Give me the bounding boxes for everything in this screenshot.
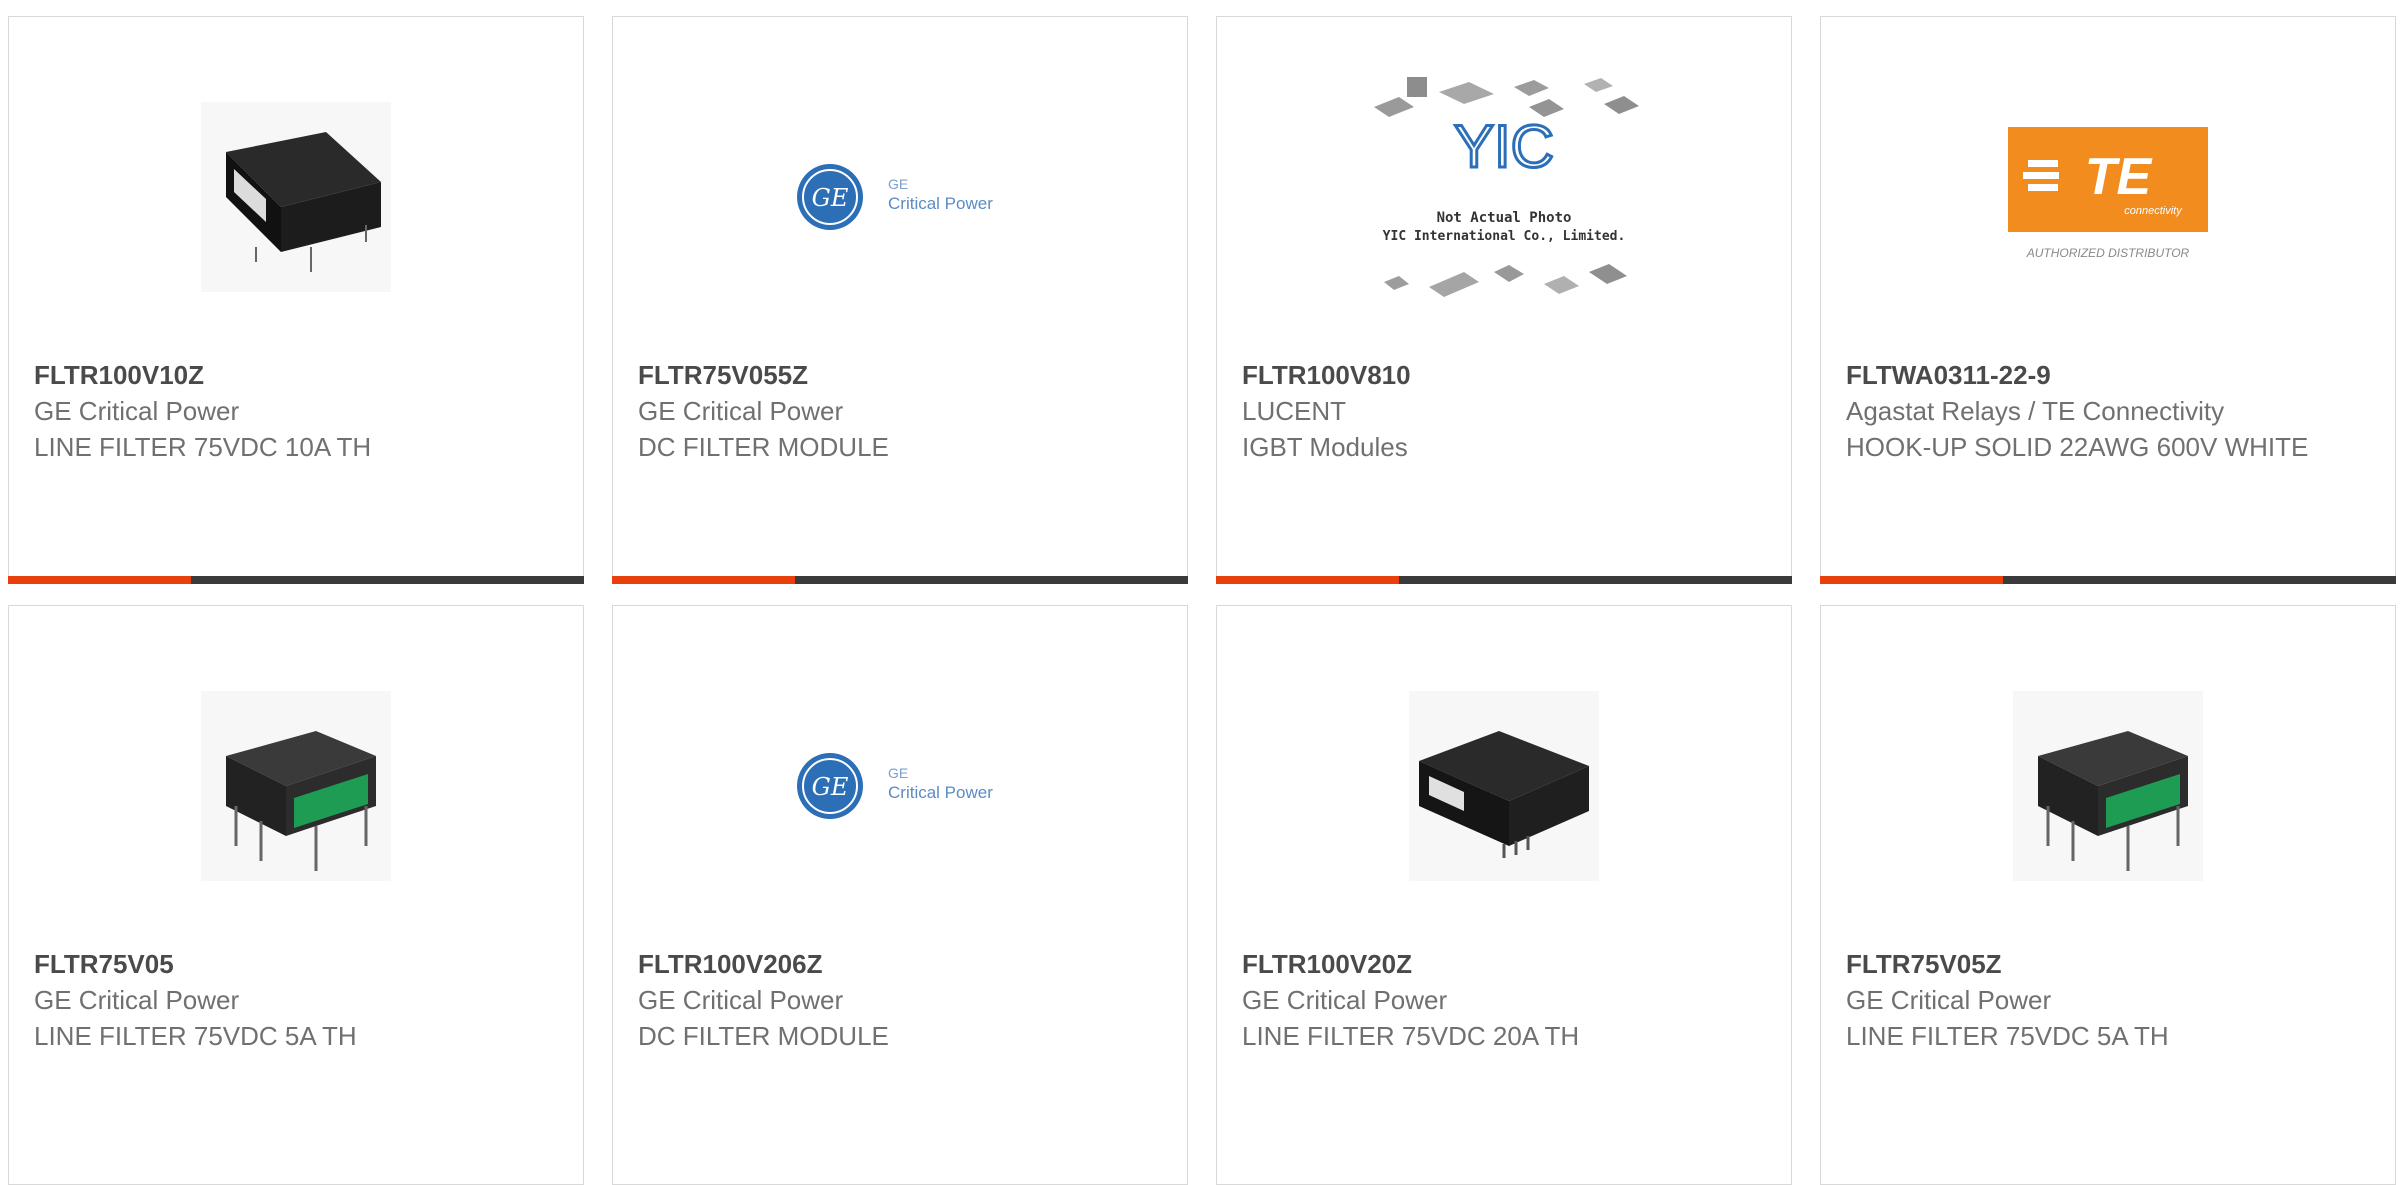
card-bar bbox=[1216, 576, 1792, 584]
svg-text:YIC: YIC bbox=[1454, 113, 1554, 180]
product-grid: FLTR100V10Z GE Critical Power LINE FILTE… bbox=[0, 0, 2400, 1185]
svg-text:YIC International Co., Limited: YIC International Co., Limited. bbox=[1383, 229, 1626, 244]
black-square-module-image bbox=[1409, 691, 1599, 881]
product-image[interactable]: TE connectivity AUTHORIZED DISTRIBUTOR bbox=[1821, 47, 2395, 347]
card-bar-accent bbox=[1216, 576, 1399, 584]
te-logo-image: TE connectivity AUTHORIZED DISTRIBUTOR bbox=[2008, 127, 2208, 260]
product-card[interactable]: FLTR75V05Z GE Critical Power LINE FILTER… bbox=[1820, 605, 2396, 1185]
description: LINE FILTER 75VDC 5A TH bbox=[34, 1021, 357, 1051]
svg-text:Critical Power: Critical Power bbox=[888, 194, 993, 213]
svg-text:TE: TE bbox=[2085, 148, 2153, 206]
card-bar-accent bbox=[1820, 576, 2003, 584]
green-filter-module-image bbox=[201, 691, 391, 881]
ge-logo-image: GE GE Critical Power bbox=[797, 753, 993, 819]
product-card[interactable]: YIC Not Actual Photo YIC International C… bbox=[1216, 16, 1792, 584]
product-card[interactable]: TE connectivity AUTHORIZED DISTRIBUTOR F… bbox=[1820, 16, 2396, 584]
description: LINE FILTER 75VDC 10A TH bbox=[34, 432, 372, 462]
product-image[interactable]: GE GE Critical Power bbox=[613, 636, 1187, 936]
ge-logo-image: GE GE Critical Power bbox=[797, 164, 993, 230]
manufacturer: Agastat Relays / TE Connectivity bbox=[1846, 396, 2225, 426]
part-number[interactable]: FLTWA0311-22-9 bbox=[1846, 357, 2375, 393]
card-bar bbox=[1820, 576, 2396, 584]
svg-text:Critical Power: Critical Power bbox=[888, 783, 993, 802]
card-bar-accent bbox=[612, 576, 795, 584]
manufacturer: GE Critical Power bbox=[1242, 985, 1448, 1015]
description: HOOK-UP SOLID 22AWG 600V WHITE bbox=[1846, 432, 2309, 462]
part-number[interactable]: FLTR75V055Z bbox=[638, 357, 1167, 393]
part-number[interactable]: FLTR100V810 bbox=[1242, 357, 1771, 393]
product-image[interactable] bbox=[1821, 636, 2395, 936]
svg-text:Not Actual Photo: Not Actual Photo bbox=[1437, 210, 1572, 226]
product-card[interactable]: FLTR100V20Z GE Critical Power LINE FILTE… bbox=[1216, 605, 1792, 1185]
manufacturer: GE Critical Power bbox=[34, 396, 240, 426]
product-image[interactable]: GE GE Critical Power bbox=[613, 47, 1187, 347]
manufacturer: LUCENT bbox=[1242, 396, 1347, 426]
svg-text:GE: GE bbox=[812, 184, 849, 212]
part-number[interactable]: FLTR100V20Z bbox=[1242, 946, 1771, 982]
card-bar-accent bbox=[8, 576, 191, 584]
product-image[interactable] bbox=[9, 47, 583, 347]
product-image[interactable]: YIC Not Actual Photo YIC International C… bbox=[1217, 47, 1791, 347]
part-number[interactable]: FLTR75V05Z bbox=[1846, 946, 2375, 982]
part-number[interactable]: FLTR100V206Z bbox=[638, 946, 1167, 982]
green-filter-module-image bbox=[2013, 691, 2203, 881]
part-number[interactable]: FLTR100V10Z bbox=[34, 357, 563, 393]
card-bar bbox=[8, 576, 584, 584]
card-bar bbox=[612, 576, 1188, 584]
product-card[interactable]: FLTR100V10Z GE Critical Power LINE FILTE… bbox=[8, 16, 584, 584]
product-card[interactable]: FLTR75V05 GE Critical Power LINE FILTER … bbox=[8, 605, 584, 1185]
manufacturer: GE Critical Power bbox=[638, 985, 844, 1015]
product-card[interactable]: GE GE Critical Power FLTR75V055Z GE Crit… bbox=[612, 16, 1188, 584]
svg-text:GE: GE bbox=[888, 765, 908, 781]
description: IGBT Modules bbox=[1242, 432, 1408, 462]
black-filter-module-image bbox=[201, 102, 391, 292]
manufacturer: GE Critical Power bbox=[34, 985, 240, 1015]
description: LINE FILTER 75VDC 20A TH bbox=[1242, 1021, 1580, 1051]
svg-text:GE: GE bbox=[888, 176, 908, 192]
product-card[interactable]: GE GE Critical Power FLTR100V206Z GE Cri… bbox=[612, 605, 1188, 1185]
svg-text:GE: GE bbox=[812, 773, 849, 801]
manufacturer: GE Critical Power bbox=[1846, 985, 2052, 1015]
product-image[interactable] bbox=[9, 636, 583, 936]
yic-placeholder-image: YIC Not Actual Photo YIC International C… bbox=[1374, 77, 1639, 297]
description: DC FILTER MODULE bbox=[638, 432, 889, 462]
product-image[interactable] bbox=[1217, 636, 1791, 936]
svg-text:connectivity: connectivity bbox=[2124, 205, 2183, 217]
description: DC FILTER MODULE bbox=[638, 1021, 889, 1051]
description: LINE FILTER 75VDC 5A TH bbox=[1846, 1021, 2169, 1051]
part-number[interactable]: FLTR75V05 bbox=[34, 946, 563, 982]
svg-text:AUTHORIZED DISTRIBUTOR: AUTHORIZED DISTRIBUTOR bbox=[2026, 246, 2190, 260]
manufacturer: GE Critical Power bbox=[638, 396, 844, 426]
